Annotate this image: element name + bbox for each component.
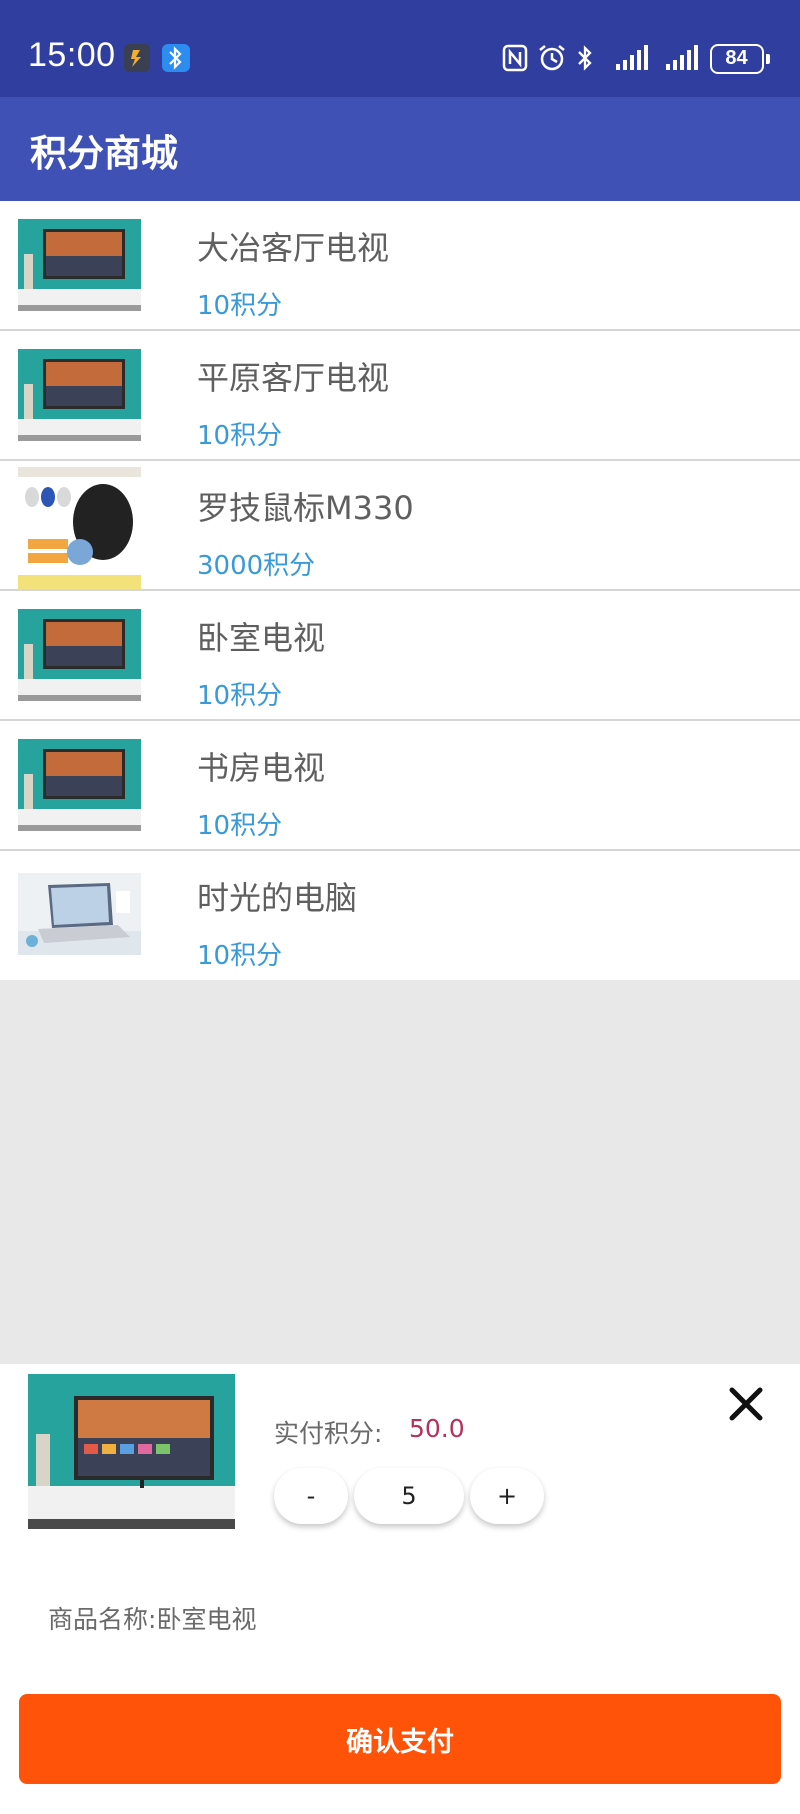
list-item[interactable]: 平原客厅电视 10积分 — [0, 331, 800, 461]
pay-points-value: 50.0 — [409, 1414, 465, 1443]
product-name-label: 商品名称: — [48, 1605, 157, 1634]
list-item[interactable]: 卧室电视 10积分 — [0, 591, 800, 721]
bluetooth-icon — [578, 45, 592, 71]
nfc-icon — [502, 44, 528, 72]
bluetooth-app-icon — [162, 44, 190, 72]
tv-thumbnail — [18, 349, 141, 441]
battery-icon: 84 — [710, 44, 770, 74]
alarm-icon — [539, 45, 565, 71]
product-name: 大冶客厅电视 — [197, 229, 390, 267]
product-price: 10积分 — [197, 941, 283, 971]
tv-thumbnail — [18, 609, 141, 701]
status-bar: 15:00 84 — [0, 0, 800, 97]
list-item[interactable]: 罗技鼠标M330 3000积分 — [0, 461, 800, 591]
activity-app-icon — [124, 44, 150, 72]
laptop-thumbnail — [18, 873, 141, 955]
quantity-field[interactable]: 5 — [354, 1468, 464, 1524]
empty-area — [0, 980, 800, 1364]
list-item[interactable]: 书房电视 10积分 — [0, 721, 800, 851]
signal-icon — [616, 45, 648, 70]
increase-quantity-button[interactable]: + — [470, 1468, 544, 1524]
product-list: 大冶客厅电视 10积分 平原客厅电视 10积分 罗技鼠标M330 3000积分 … — [0, 201, 800, 980]
product-price: 3000积分 — [197, 551, 316, 581]
product-name: 平原客厅电视 — [197, 359, 390, 397]
product-price: 10积分 — [197, 811, 283, 841]
pay-points-label: 实付积分: — [274, 1419, 383, 1448]
purchase-sheet: 实付积分: 50.0 - 5 + 商品名称:卧室电视 确认支付 — [0, 1364, 800, 1814]
tv-thumbnail — [18, 219, 141, 311]
product-price: 10积分 — [197, 421, 283, 451]
product-name: 卧室电视 — [197, 619, 326, 657]
list-item[interactable]: 时光的电脑 10积分 — [0, 851, 800, 981]
decrease-quantity-button[interactable]: - — [274, 1468, 348, 1524]
list-item[interactable]: 大冶客厅电视 10积分 — [0, 201, 800, 331]
battery-level: 84 — [725, 47, 748, 69]
status-time: 15:00 — [28, 36, 116, 74]
product-name: 书房电视 — [197, 749, 326, 787]
signal-icon — [666, 45, 698, 70]
app-bar: 积分商城 — [0, 97, 800, 201]
product-name: 罗技鼠标M330 — [197, 489, 414, 527]
product-name-value: 卧室电视 — [156, 1605, 257, 1634]
tv-thumbnail — [18, 739, 141, 831]
product-price: 10积分 — [197, 681, 283, 711]
mouse-thumbnail — [18, 467, 141, 589]
page-title: 积分商城 — [30, 132, 178, 175]
close-icon[interactable] — [726, 1384, 766, 1424]
product-price: 10积分 — [197, 291, 283, 321]
product-image — [28, 1374, 235, 1529]
product-name: 时光的电脑 — [197, 879, 358, 917]
confirm-payment-button[interactable]: 确认支付 — [19, 1694, 781, 1784]
product-name-row: 商品名称:卧室电视 — [48, 1600, 256, 1636]
